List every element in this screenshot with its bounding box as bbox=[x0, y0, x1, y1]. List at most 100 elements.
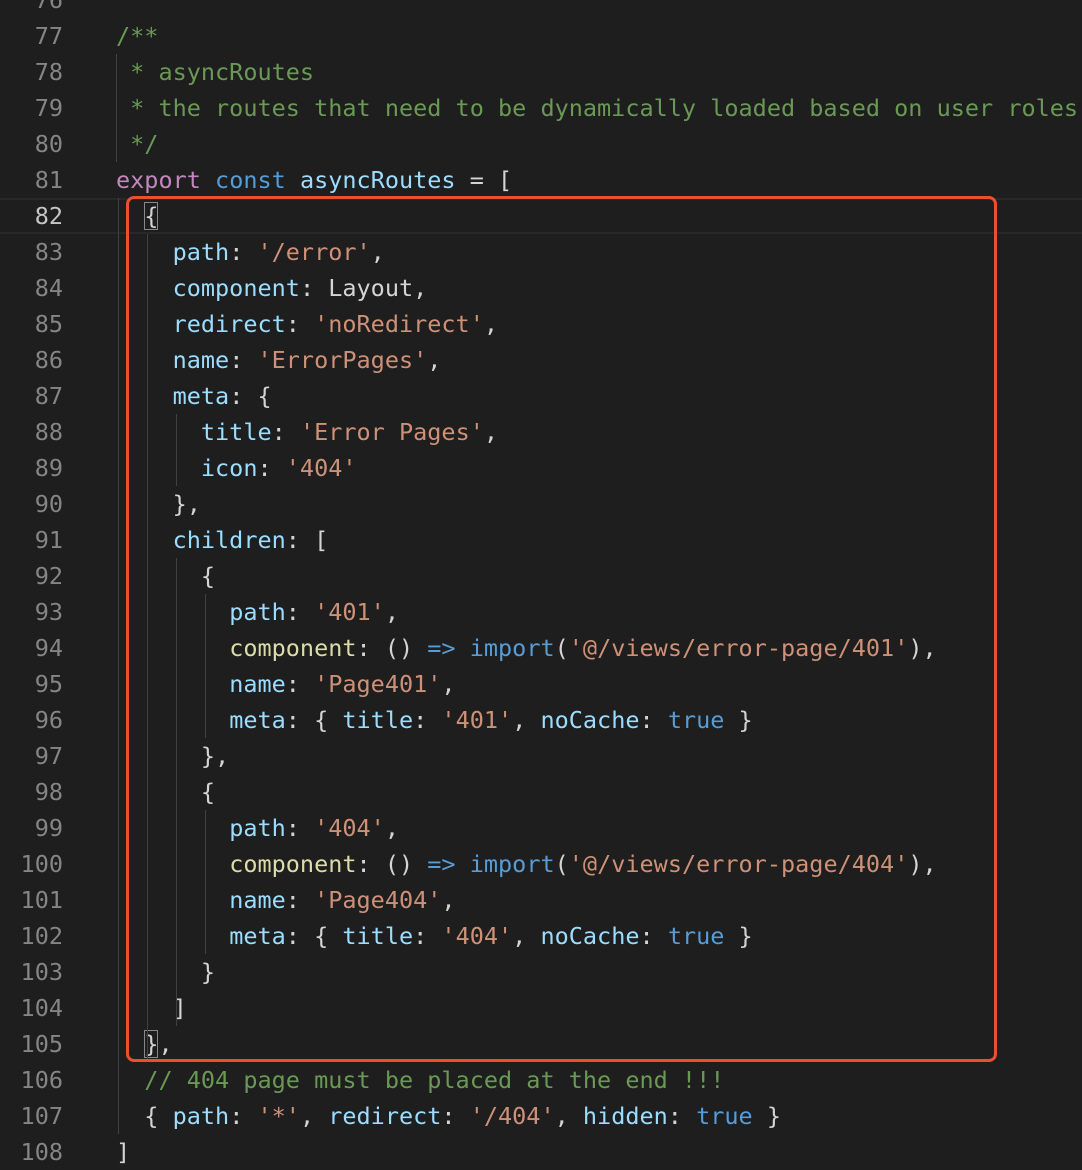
code-token: name bbox=[229, 886, 286, 914]
code-token: { bbox=[144, 202, 159, 230]
code-line[interactable]: 82 { bbox=[0, 198, 1082, 234]
code-line[interactable]: 101 name: 'Page404', bbox=[0, 882, 1082, 918]
line-number: 105 bbox=[20, 1030, 63, 1058]
code-line[interactable]: 81 export const asyncRoutes = [ bbox=[0, 162, 1082, 198]
code-token: component bbox=[172, 274, 300, 302]
code-line[interactable]: 102 meta: { title: '404', noCache: true … bbox=[0, 918, 1082, 954]
code-token: noCache bbox=[540, 706, 640, 734]
code-token: : bbox=[285, 598, 315, 626]
code-line[interactable]: 87 meta: { bbox=[0, 378, 1082, 414]
indent-guide bbox=[204, 810, 206, 954]
code-line[interactable]: 98 { bbox=[0, 774, 1082, 810]
code-token: : bbox=[413, 922, 442, 950]
line-number: 104 bbox=[20, 994, 63, 1022]
code-text: { bbox=[116, 774, 215, 810]
code-line[interactable]: 107 { path: '*', redirect: '/404', hidde… bbox=[0, 1098, 1082, 1134]
code-token: }, bbox=[116, 490, 201, 518]
code-line[interactable]: 95 name: 'Page401', bbox=[0, 666, 1082, 702]
code-token: , bbox=[512, 922, 541, 950]
code-token: import bbox=[469, 634, 555, 662]
code-text: title: 'Error Pages', bbox=[116, 414, 498, 450]
code-line[interactable]: 96 meta: { title: '401', noCache: true } bbox=[0, 702, 1082, 738]
code-line[interactable]: 89 icon: '404' bbox=[0, 450, 1082, 486]
code-text: name: 'ErrorPages', bbox=[116, 342, 442, 378]
code-token: } bbox=[724, 706, 753, 734]
code-line[interactable]: 83 path: '/error', bbox=[0, 234, 1082, 270]
indent-guide bbox=[204, 594, 206, 738]
indent-guide bbox=[116, 54, 118, 162]
line-number: 80 bbox=[34, 130, 63, 158]
code-text: { bbox=[116, 558, 215, 594]
code-token: }, bbox=[116, 742, 230, 770]
code-text: } bbox=[116, 954, 215, 990]
code-line[interactable]: 79 * the routes that need to be dynamica… bbox=[0, 90, 1082, 126]
code-token: '/error' bbox=[257, 238, 371, 266]
code-token: : bbox=[271, 418, 300, 446]
code-text: path: '/error', bbox=[116, 234, 385, 270]
code-line[interactable]: 93 path: '401', bbox=[0, 594, 1082, 630]
code-token: : bbox=[229, 346, 258, 374]
code-token: // 404 page must be placed at the end !!… bbox=[144, 1066, 725, 1094]
line-number: 97 bbox=[34, 742, 63, 770]
line-number: 78 bbox=[34, 58, 63, 86]
code-line[interactable]: 99 path: '404', bbox=[0, 810, 1082, 846]
code-token: , bbox=[483, 310, 499, 338]
code-text: /** bbox=[116, 18, 158, 54]
code-token: noCache bbox=[540, 922, 640, 950]
code-token: : bbox=[285, 310, 315, 338]
code-line[interactable]: 103 } bbox=[0, 954, 1082, 990]
code-token: ( bbox=[554, 634, 569, 662]
code-line[interactable]: 80 */ bbox=[0, 126, 1082, 162]
line-number: 103 bbox=[20, 958, 63, 986]
code-token: , bbox=[384, 814, 399, 842]
indent-guide bbox=[146, 234, 148, 1062]
code-line[interactable]: 104 ] bbox=[0, 990, 1082, 1026]
code-line[interactable]: 105 }, bbox=[0, 1026, 1082, 1062]
code-token: : { bbox=[229, 382, 272, 410]
code-token: name bbox=[229, 670, 286, 698]
code-line[interactable]: 88 title: 'Error Pages', bbox=[0, 414, 1082, 450]
code-text: }, bbox=[116, 738, 229, 774]
code-line[interactable]: 92 { bbox=[0, 558, 1082, 594]
code-text: * the routes that need to be dynamically… bbox=[116, 90, 1078, 126]
code-token: , bbox=[158, 1030, 173, 1058]
line-number: 102 bbox=[20, 922, 63, 950]
code-line[interactable]: 78 * asyncRoutes bbox=[0, 54, 1082, 90]
code-token: '/404' bbox=[469, 1102, 555, 1130]
code-line[interactable]: 90 }, bbox=[0, 486, 1082, 522]
code-line[interactable]: 91 children: [ bbox=[0, 522, 1082, 558]
code-token: , bbox=[483, 418, 499, 446]
code-text: // 404 page must be placed at the end !!… bbox=[116, 1062, 724, 1098]
line-number: 81 bbox=[34, 166, 63, 194]
code-line[interactable]: 76 bbox=[0, 0, 1082, 18]
code-text: component: Layout, bbox=[116, 270, 428, 306]
code-line[interactable]: 108] bbox=[0, 1134, 1082, 1170]
code-line[interactable]: 106 // 404 page must be placed at the en… bbox=[0, 1062, 1082, 1098]
code-token: , bbox=[413, 274, 428, 302]
code-line[interactable]: 85 redirect: 'noRedirect', bbox=[0, 306, 1082, 342]
code-line[interactable]: 97 }, bbox=[0, 738, 1082, 774]
code-line[interactable]: 84 component: Layout, bbox=[0, 270, 1082, 306]
line-number: 94 bbox=[34, 634, 63, 662]
line-number: 76 bbox=[34, 0, 63, 14]
code-token: } bbox=[752, 1102, 781, 1130]
code-editor[interactable]: 76 77/** 78 * asyncRoutes 79 * the routes t… bbox=[0, 0, 1082, 1170]
code-token: : bbox=[639, 706, 668, 734]
code-text: component: () => import('@/views/error-p… bbox=[116, 846, 936, 882]
line-number: 106 bbox=[20, 1066, 63, 1094]
code-line[interactable]: 100 component: () => import('@/views/err… bbox=[0, 846, 1082, 882]
code-token: '404' bbox=[314, 814, 385, 842]
code-line[interactable]: 77 /** bbox=[0, 18, 1082, 54]
code-token: : bbox=[441, 1102, 470, 1130]
code-token: : () bbox=[356, 850, 428, 878]
code-line[interactable]: 94 component: () => import('@/views/erro… bbox=[0, 630, 1082, 666]
code-text: * asyncRoutes bbox=[116, 54, 314, 90]
code-line[interactable]: 86 name: 'ErrorPages', bbox=[0, 342, 1082, 378]
